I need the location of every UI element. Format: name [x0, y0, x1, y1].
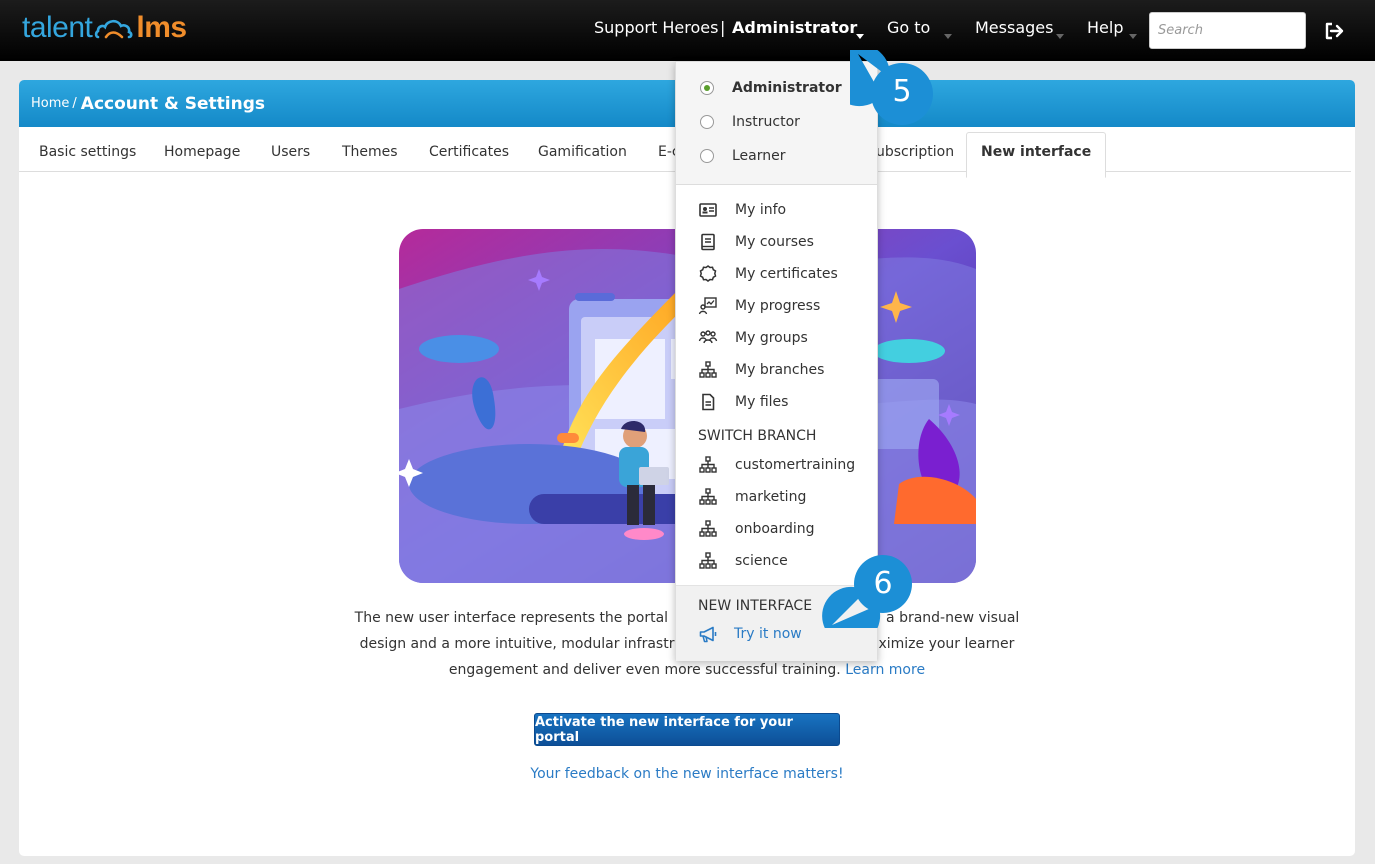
branch-item-onboarding[interactable]: onboarding	[698, 518, 815, 540]
branch-label: customertraining	[735, 457, 856, 473]
menu-item-label: My groups	[735, 330, 808, 346]
progress-icon	[698, 297, 717, 315]
menu-item-my-files[interactable]: My files	[698, 391, 788, 413]
branch-label: science	[735, 553, 788, 569]
goto-caret-down-icon[interactable]	[944, 26, 952, 45]
feedback-link[interactable]: Your feedback on the new interface matte…	[449, 766, 925, 782]
goto-menu[interactable]: Go to	[887, 18, 930, 37]
certificate-icon	[699, 265, 717, 282]
groups-icon	[698, 330, 718, 344]
messages-caret-down-icon[interactable]	[1056, 26, 1064, 45]
radio-icon[interactable]	[700, 149, 714, 163]
role-options: Administrator Instructor Learner	[676, 62, 877, 185]
menu-item-label: My certificates	[735, 266, 838, 282]
tab-themes[interactable]: Themes	[342, 127, 398, 171]
role-label: Administrator	[732, 80, 842, 96]
menu-item-label: My branches	[735, 362, 825, 378]
portal-name: Support Heroes	[594, 18, 719, 37]
tab-certificates[interactable]: Certificates	[429, 127, 509, 171]
book-icon	[701, 233, 715, 251]
description-text-3: engagement and deliver even more success…	[448, 662, 841, 678]
messages-menu[interactable]: Messages	[975, 18, 1053, 37]
search-input[interactable]	[1149, 12, 1306, 49]
branch-item-customertraining[interactable]: customertraining	[698, 454, 855, 476]
menu-item-my-info[interactable]: My info	[698, 199, 786, 221]
help-caret-down-icon[interactable]	[1129, 26, 1137, 45]
logo-text-lms: lms	[136, 11, 187, 44]
radio-icon[interactable]	[700, 115, 714, 129]
menu-item-label: My info	[735, 202, 787, 218]
branch-icon	[699, 361, 717, 378]
file-icon	[702, 393, 715, 411]
menu-item-my-branches[interactable]: My branches	[698, 359, 824, 381]
description-text-2b: ximize your learner	[878, 636, 1015, 652]
tab-homepage[interactable]: Homepage	[164, 127, 240, 171]
menu-item-my-certificates[interactable]: My certificates	[698, 263, 838, 285]
try-it-now-label: Try it now	[734, 626, 802, 642]
menu-item-label: My files	[735, 394, 789, 410]
menu-item-my-courses[interactable]: My courses	[698, 231, 814, 253]
branch-icon	[699, 488, 717, 505]
branch-icon	[699, 552, 717, 569]
branch-label: marketing	[735, 489, 807, 505]
tab-basic-settings[interactable]: Basic settings	[39, 127, 136, 171]
role-option-learner[interactable]: Learner	[700, 145, 786, 167]
learn-more-link[interactable]: Learn more	[845, 662, 925, 678]
help-menu[interactable]: Help	[1087, 18, 1123, 37]
menu-item-label: My progress	[735, 298, 821, 314]
role-option-administrator[interactable]: Administrator	[700, 77, 842, 99]
logout-icon[interactable]	[1322, 19, 1346, 43]
role-option-instructor[interactable]: Instructor	[700, 111, 800, 133]
logo-text-talent: talent	[22, 11, 93, 44]
branch-item-marketing[interactable]: marketing	[698, 486, 806, 508]
radio-selected-icon[interactable]	[700, 81, 714, 95]
tab-subscription[interactable]: ubscription	[876, 127, 954, 171]
nav-separator: |	[720, 18, 726, 37]
talentlms-logo[interactable]: talent lms	[22, 10, 187, 46]
callout-number-5: 5	[892, 74, 912, 109]
try-it-now-link[interactable]: Try it now	[698, 623, 802, 645]
description-text-2a: design and a more intuitive, modular inf…	[359, 636, 675, 652]
role-caret-down-icon[interactable]	[856, 26, 864, 45]
branch-icon	[699, 456, 717, 473]
menu-item-label: My courses	[735, 234, 814, 250]
breadcrumb-home[interactable]: Home	[31, 96, 69, 111]
id-card-icon	[699, 203, 717, 217]
role-label: Instructor	[732, 114, 800, 130]
role-switcher[interactable]: Administrator	[732, 18, 857, 37]
breadcrumb-separator: /	[72, 96, 77, 111]
page-title: Account & Settings	[80, 93, 266, 114]
branch-icon	[699, 520, 717, 537]
tab-users[interactable]: Users	[271, 127, 310, 171]
menu-item-my-groups[interactable]: My groups	[698, 327, 808, 349]
role-label: Learner	[732, 148, 786, 164]
tab-gamification[interactable]: Gamification	[538, 127, 627, 171]
callout-number-6: 6	[873, 566, 893, 601]
new-interface-heading: NEW INTERFACE	[698, 598, 813, 614]
tab-new-interface[interactable]: New interface	[966, 132, 1107, 178]
switch-branch-heading: SWITCH BRANCH	[698, 428, 817, 444]
activate-new-interface-button[interactable]: Activate the new interface for your port…	[534, 713, 840, 746]
branch-label: onboarding	[735, 521, 815, 537]
cloud-logo-icon	[95, 19, 133, 39]
top-bar: talent lms Support Heroes | Administrato…	[0, 0, 1375, 61]
branch-item-science[interactable]: science	[698, 550, 788, 572]
menu-item-my-progress[interactable]: My progress	[698, 295, 820, 317]
megaphone-icon	[699, 626, 717, 643]
description-text-1a: The new user interface represents the po…	[354, 610, 669, 626]
